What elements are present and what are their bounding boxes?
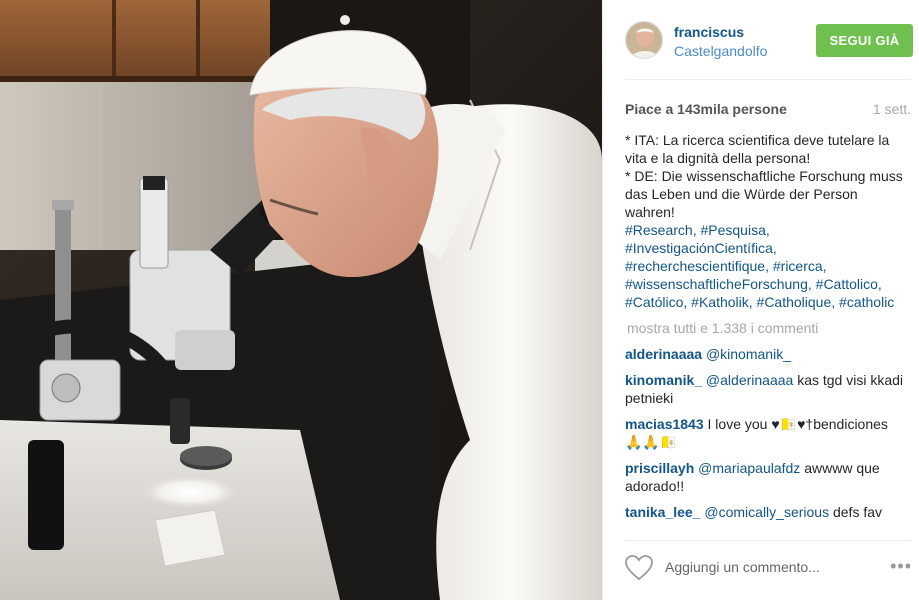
comment-user[interactable]: macias1843 bbox=[625, 416, 704, 432]
post-footer: ••• bbox=[603, 541, 919, 600]
divider bbox=[625, 79, 911, 80]
post-photo[interactable] bbox=[0, 0, 602, 600]
view-all-comments[interactable]: mostra tutti e 1.338 i commenti bbox=[625, 319, 907, 337]
comment-input[interactable] bbox=[665, 556, 865, 578]
comment-user[interactable]: alderinaaaa bbox=[625, 346, 702, 362]
comment-item: kinomanik_ @alderinaaaa kas tgd visi kka… bbox=[625, 371, 907, 407]
post-header: franciscus Castelgandolfo SEGUI GIÀ bbox=[603, 0, 919, 80]
comment-user[interactable]: tanika_lee_ bbox=[625, 504, 701, 520]
hashtag-link[interactable]: #Cattolico bbox=[816, 276, 878, 292]
comments-list[interactable]: * ITA: La ricerca scientifica deve tutel… bbox=[625, 131, 907, 531]
comment-item: alderinaaaa @kinomanik_ bbox=[625, 345, 907, 363]
hashtag-link[interactable]: #InvestigaciónCientífica bbox=[625, 240, 773, 256]
location-link[interactable]: Castelgandolfo bbox=[674, 43, 767, 59]
comment-mention[interactable]: @alderinaaaa bbox=[706, 372, 793, 388]
comment-user[interactable]: kinomanik_ bbox=[625, 372, 702, 388]
username-link[interactable]: franciscus bbox=[674, 24, 744, 40]
more-icon[interactable]: ••• bbox=[890, 556, 912, 577]
caption-hashtags: #Research, #Pesquisa, #InvestigaciónCien… bbox=[625, 222, 895, 310]
avatar[interactable] bbox=[625, 21, 663, 59]
comment-mention[interactable]: @mariapaulafdz bbox=[698, 460, 800, 476]
hashtag-link[interactable]: #Research bbox=[625, 222, 693, 238]
post-time[interactable]: 1 sett. bbox=[873, 101, 911, 117]
post-sidebar: franciscus Castelgandolfo SEGUI GIÀ Piac… bbox=[602, 0, 919, 600]
comment-item: priscillayh @mariapaulafdz awwww que ado… bbox=[625, 459, 907, 495]
comment-text: defs fav bbox=[832, 504, 883, 520]
hashtag-link[interactable]: #wissenschaftlicheForschung bbox=[625, 276, 808, 292]
hashtag-link[interactable]: #Catholique bbox=[757, 294, 832, 310]
caption-ita: * ITA: La ricerca scientifica deve tutel… bbox=[625, 132, 890, 166]
follow-button[interactable]: SEGUI GIÀ bbox=[816, 24, 913, 57]
comment-mention[interactable]: @comically_serious bbox=[704, 504, 829, 520]
hashtag-link[interactable]: #ricerca bbox=[773, 258, 823, 274]
photo-microscope bbox=[0, 0, 602, 600]
comment-item: tanika_lee_ @comically_serious defs fav bbox=[625, 503, 907, 521]
avatar-image bbox=[626, 22, 662, 58]
hashtag-link[interactable]: #Pesquisa bbox=[700, 222, 765, 238]
hashtag-link[interactable]: #Katholik bbox=[691, 294, 749, 310]
likes-count[interactable]: Piace a 143mila persone bbox=[625, 101, 787, 117]
caption-de: * DE: Die wissenschaftliche Forschung mu… bbox=[625, 168, 903, 220]
heart-icon[interactable] bbox=[625, 555, 653, 581]
hashtag-link[interactable]: #Católico bbox=[625, 294, 683, 310]
hashtag-link[interactable]: #catholic bbox=[839, 294, 894, 310]
comment-user[interactable]: priscillayh bbox=[625, 460, 694, 476]
hashtag-link[interactable]: #recherchescientifique bbox=[625, 258, 765, 274]
comment-item: macias1843 I love you ♥🇻🇦♥†bendiciones 🙏… bbox=[625, 415, 907, 451]
likes-row: Piace a 143mila persone 1 sett. bbox=[625, 101, 911, 119]
comment-mention[interactable]: @kinomanik_ bbox=[706, 346, 791, 362]
